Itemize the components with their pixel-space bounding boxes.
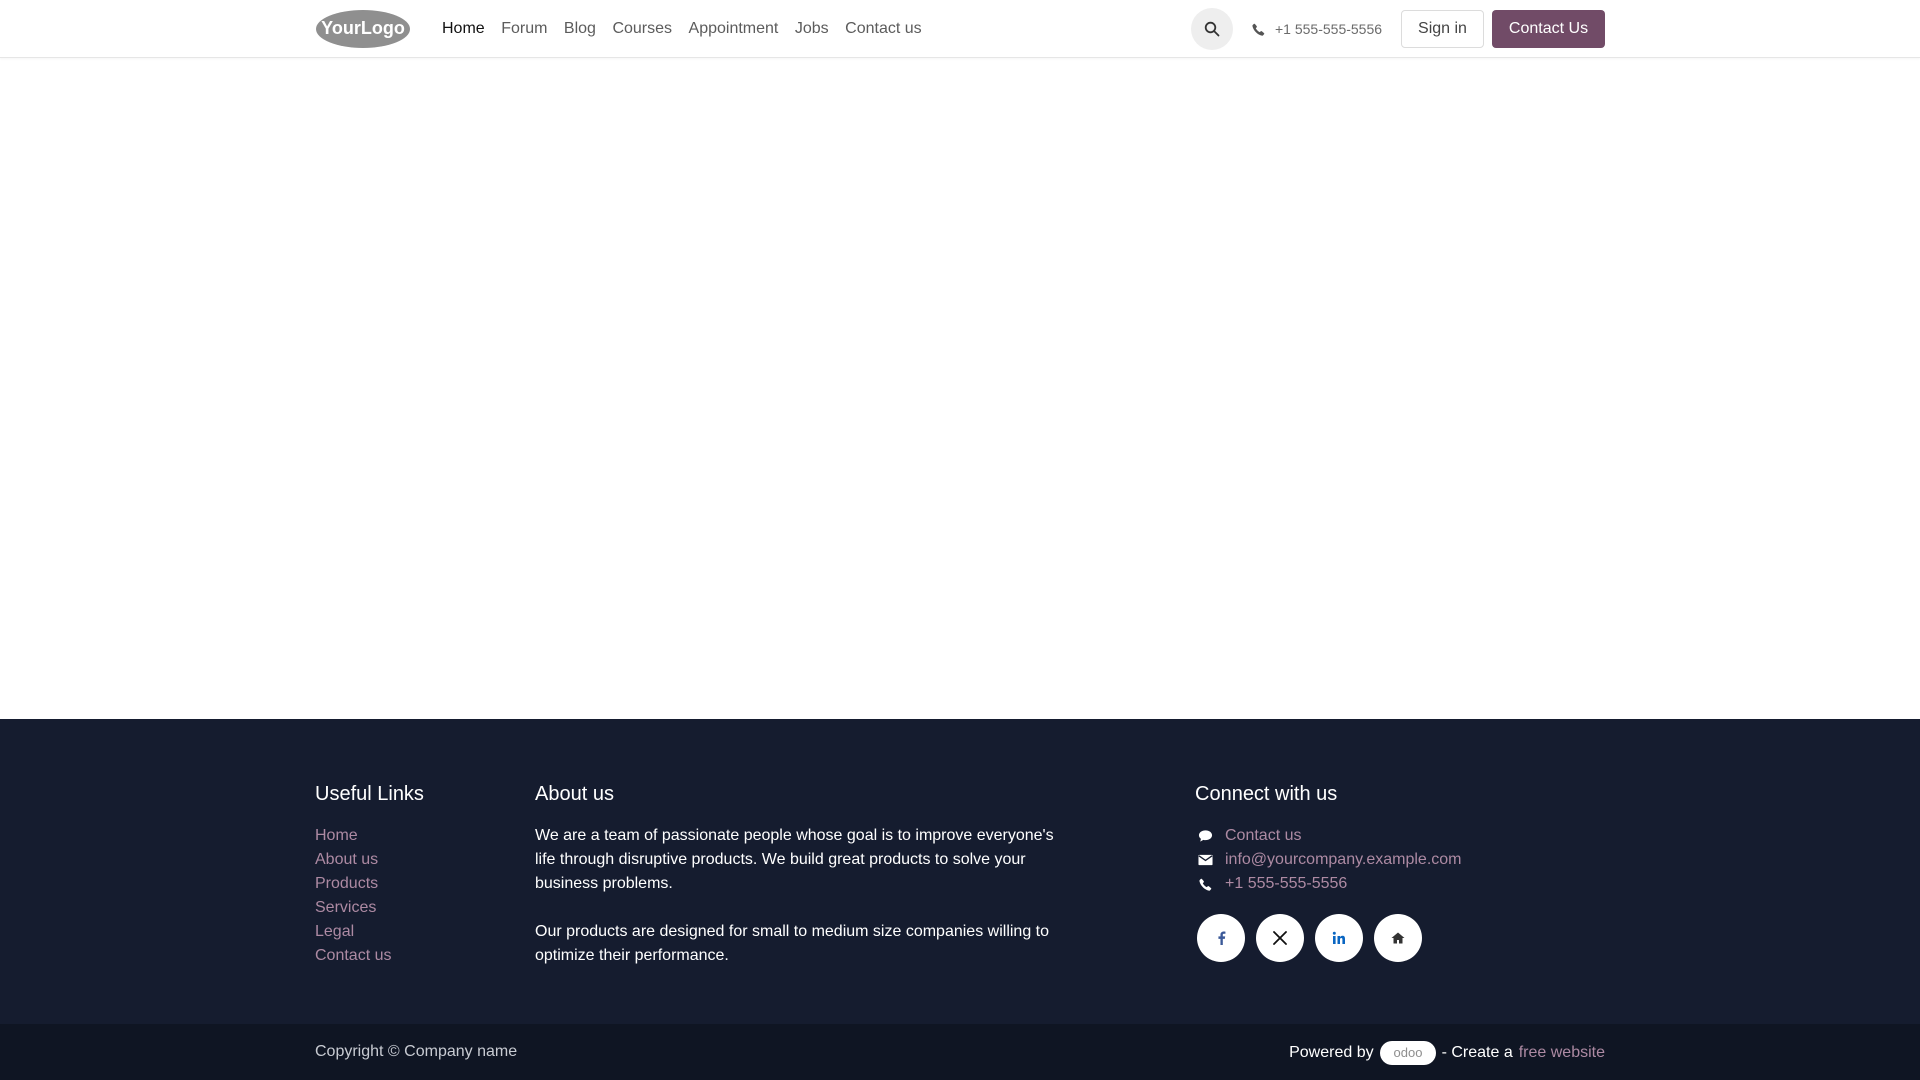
footer-link-about[interactable]: About us (315, 848, 391, 872)
social-links (1197, 914, 1422, 962)
home-button[interactable] (1374, 914, 1422, 962)
create-text: - Create a (1441, 1044, 1513, 1061)
linkedin-button[interactable] (1315, 914, 1363, 962)
connect-title: Connect with us (1195, 783, 1338, 805)
connect-phone[interactable]: +1 555-555-5556 (1195, 872, 1462, 896)
nav-appointment[interactable]: Appointment (689, 20, 779, 38)
powered-by: Powered by odoo - Create a free website (1289, 1041, 1605, 1065)
site-footer: Useful Links Home About us Products Serv… (0, 719, 1920, 1024)
connect-list: Contact us info@yourcompany.example.com … (1195, 824, 1462, 896)
home-icon (1391, 932, 1405, 944)
search-button[interactable] (1191, 8, 1233, 50)
phone-icon (1197, 876, 1213, 892)
connect-email-label: info@yourcompany.example.com (1225, 851, 1462, 868)
facebook-icon (1217, 931, 1225, 945)
footer-link-contact[interactable]: Contact us (315, 944, 391, 968)
search-icon (1204, 21, 1220, 37)
connect-email[interactable]: info@yourcompany.example.com (1195, 848, 1462, 872)
nav-courses[interactable]: Courses (612, 20, 672, 38)
sign-in-button[interactable]: Sign in (1401, 10, 1484, 48)
free-website-link[interactable]: free website (1519, 1044, 1605, 1062)
about-paragraph-1: We are a team of passionate people whose… (535, 827, 1054, 892)
powered-by-text: Powered by (1289, 1044, 1374, 1061)
nav-home[interactable]: Home (442, 20, 485, 38)
nav-blog[interactable]: Blog (564, 20, 596, 38)
about-title: About us (535, 783, 614, 805)
envelope-icon (1197, 852, 1213, 868)
facebook-button[interactable] (1197, 914, 1245, 962)
connect-contact[interactable]: Contact us (1195, 824, 1462, 848)
nav-contact-us[interactable]: Contact us (845, 20, 921, 38)
x-button[interactable] (1256, 914, 1304, 962)
linkedin-icon (1332, 931, 1345, 944)
site-header: YourLogo Home Forum Blog Courses Appoint… (0, 0, 1920, 58)
copyright-bar: Copyright © Company name Powered by odoo… (0, 1024, 1920, 1080)
logo[interactable]: YourLogo (315, 9, 411, 49)
contact-us-button[interactable]: Contact Us (1492, 10, 1605, 48)
about-text: We are a team of passionate people whose… (535, 824, 1075, 968)
logo-text: YourLogo (321, 18, 405, 38)
x-icon (1273, 931, 1287, 945)
header-phone[interactable]: +1 555-555-5556 (1252, 0, 1382, 58)
about-paragraph-2: Our products are designed for small to m… (535, 923, 1050, 964)
useful-links-title: Useful Links (315, 783, 424, 805)
nav-forum[interactable]: Forum (501, 20, 547, 38)
nav-jobs[interactable]: Jobs (795, 20, 829, 38)
useful-links-list: Home About us Products Services Legal Co… (315, 824, 391, 968)
footer-link-services[interactable]: Services (315, 896, 391, 920)
header-phone-number: +1 555-555-5556 (1275, 21, 1383, 37)
connect-phone-label: +1 555-555-5556 (1225, 875, 1348, 892)
connect-contact-label: Contact us (1225, 827, 1302, 844)
svg-text:odoo: odoo (1393, 1046, 1422, 1060)
phone-icon (1252, 23, 1265, 36)
footer-link-legal[interactable]: Legal (315, 920, 391, 944)
copyright-text: Copyright © Company name (315, 1043, 518, 1060)
footer-link-products[interactable]: Products (315, 872, 391, 896)
comment-icon (1197, 828, 1213, 844)
main-nav: Home Forum Blog Courses Appointment Jobs… (442, 0, 938, 58)
odoo-logo[interactable]: odoo (1379, 1041, 1436, 1065)
footer-link-home[interactable]: Home (315, 824, 391, 848)
